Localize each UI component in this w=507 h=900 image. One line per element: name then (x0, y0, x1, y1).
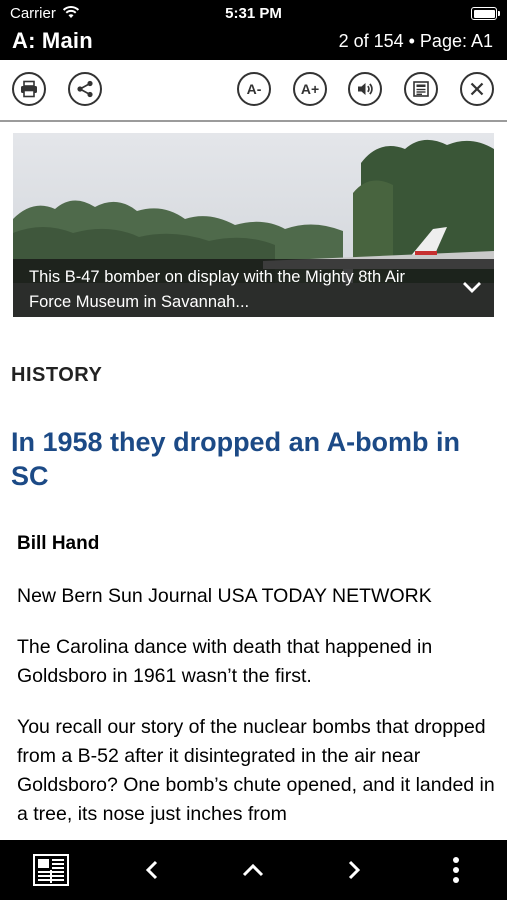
more-options-button[interactable] (438, 854, 474, 886)
newspaper-pages-icon (33, 854, 69, 886)
chevron-down-icon[interactable] (460, 277, 484, 297)
previous-article-button[interactable] (134, 854, 170, 886)
article-photo[interactable]: This B-47 bomber on display with the Mig… (13, 133, 494, 317)
status-bar: Carrier 5:31 PM (0, 4, 507, 24)
page-thumbnails-button[interactable] (33, 854, 69, 886)
printer-icon (21, 80, 37, 98)
status-time: 5:31 PM (225, 5, 282, 22)
close-button[interactable] (460, 72, 494, 106)
battery-icon (471, 7, 500, 20)
decrease-font-button[interactable]: A- (237, 72, 271, 106)
close-icon (470, 82, 484, 96)
article-headline: In 1958 they dropped an A-bomb in SC (11, 427, 461, 491)
top-bar: Carrier 5:31 PM A: Main 2 of 154 • Page:… (0, 0, 507, 60)
article-paragraph: The Carolina dance with death that happe… (17, 636, 433, 687)
share-icon (77, 80, 93, 98)
page-view-button[interactable] (404, 72, 438, 106)
next-article-button[interactable] (336, 854, 372, 886)
more-vertical-icon (453, 857, 459, 883)
decrease-font-label: A- (246, 81, 262, 97)
photo-caption-text: This B-47 bomber on display with the Mig… (29, 268, 406, 311)
page-indicator: 2 of 154 • Page: A1 (338, 31, 493, 51)
increase-font-button[interactable]: A+ (293, 72, 327, 106)
chevron-up-icon (242, 863, 264, 877)
section-label: HISTORY (11, 364, 103, 386)
photo-caption: This B-47 bomber on display with the Mig… (13, 259, 494, 317)
share-button[interactable] (68, 72, 102, 106)
bottom-nav-bar (0, 840, 507, 900)
section-title[interactable]: A: Main (12, 28, 93, 54)
read-aloud-button[interactable] (348, 72, 382, 106)
increase-font-label: A+ (300, 81, 320, 97)
chevron-left-icon (145, 860, 158, 880)
newspaper-icon (413, 81, 429, 97)
print-button[interactable] (12, 72, 46, 106)
section-list-button[interactable] (235, 854, 271, 886)
article-toolbar: A- A+ (0, 60, 507, 122)
chevron-right-icon (348, 860, 361, 880)
article-author: Bill Hand (17, 533, 100, 554)
article-paragraph: New Bern Sun Journal USA TODAY NETWORK (17, 585, 432, 607)
article-paragraph: You recall our story of the nuclear bomb… (17, 716, 495, 825)
speaker-icon (358, 83, 373, 95)
